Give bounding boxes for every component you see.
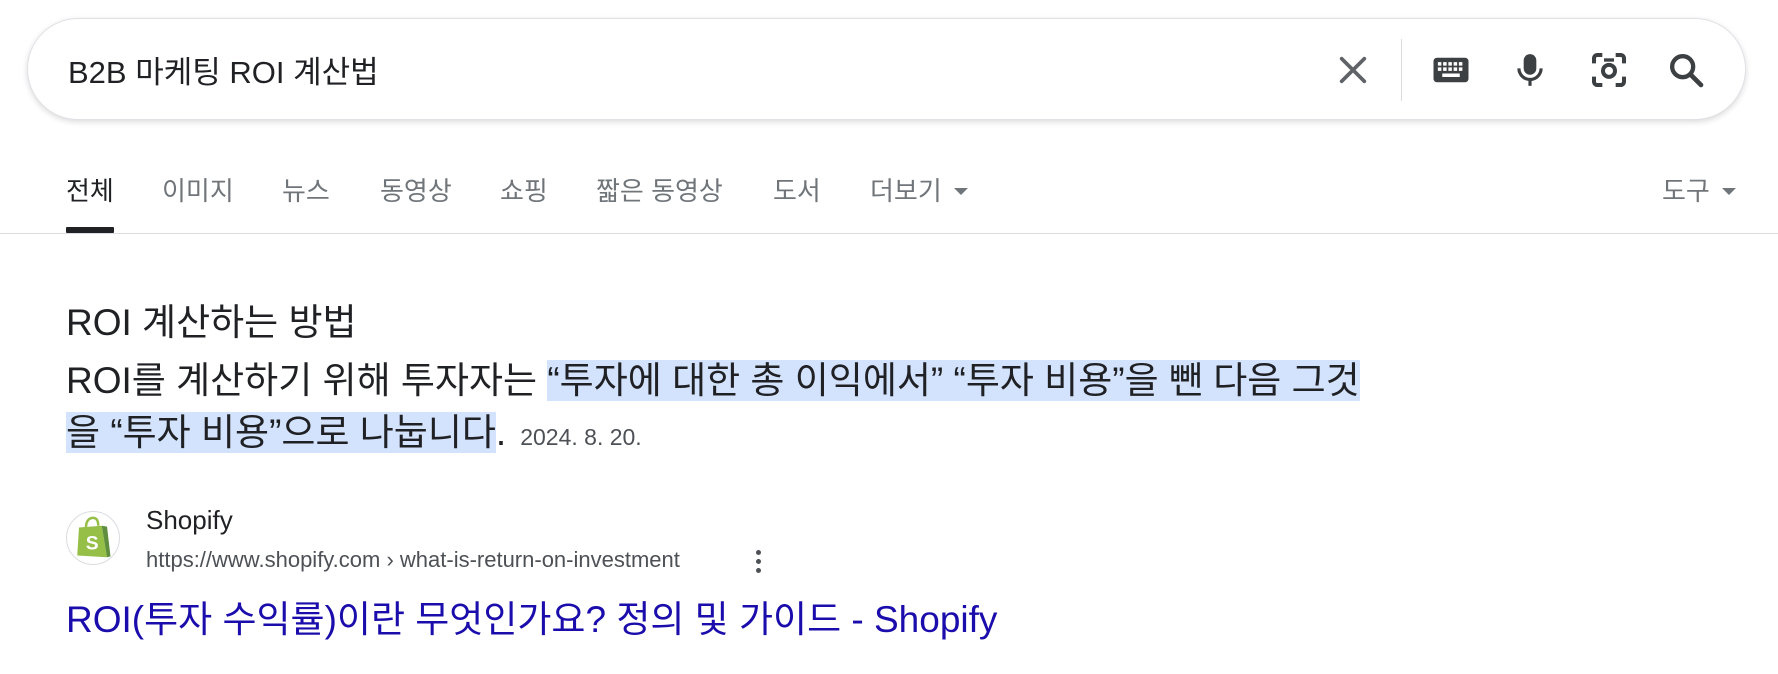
keyboard-icon[interactable] xyxy=(1427,46,1475,94)
search-bar xyxy=(27,18,1746,120)
snippet-date: 2024. 8. 20. xyxy=(520,424,642,450)
search-divider xyxy=(1401,39,1402,101)
tab-images[interactable]: 이미지 xyxy=(162,171,234,233)
search-input[interactable] xyxy=(68,43,1288,95)
result-title-link[interactable]: ROI(투자 수익률)이란 무엇인가요? 정의 및 가이드 - Shopify xyxy=(66,589,997,643)
tab-videos[interactable]: 동영상 xyxy=(380,171,452,233)
chevron-down-icon xyxy=(1721,187,1736,195)
tab-all[interactable]: 전체 xyxy=(66,171,114,233)
close-icon[interactable] xyxy=(1329,46,1377,94)
svg-text:S: S xyxy=(86,533,99,554)
tab-books[interactable]: 도서 xyxy=(773,171,821,233)
result-site-name[interactable]: Shopify xyxy=(146,505,233,536)
tools-button[interactable]: 도구 xyxy=(1662,171,1736,233)
search-tabs: 전체 이미지 뉴스 동영상 쇼핑 짧은 동영상 도서 더보기 도구 xyxy=(0,145,1778,234)
tab-news[interactable]: 뉴스 xyxy=(282,171,330,233)
microphone-icon[interactable] xyxy=(1506,46,1554,94)
lens-icon[interactable] xyxy=(1585,46,1633,94)
more-options-icon[interactable] xyxy=(746,546,770,576)
tab-more[interactable]: 더보기 xyxy=(870,171,968,233)
tab-short-videos[interactable]: 짧은 동영상 xyxy=(596,171,723,233)
snippet-text-after: . xyxy=(495,412,507,453)
chevron-down-icon xyxy=(953,187,968,195)
tools-label: 도구 xyxy=(1662,176,1710,206)
snippet-heading: ROI 계산하는 방법 xyxy=(66,302,357,343)
tab-more-label: 더보기 xyxy=(870,176,942,206)
tab-shopping[interactable]: 쇼핑 xyxy=(500,171,548,233)
result-url[interactable]: https://www.shopify.com › what-is-return… xyxy=(146,547,680,573)
shopify-bag-icon[interactable]: S xyxy=(66,511,120,565)
snippet-text-before: ROI를 계산하기 위해 투자자는 xyxy=(66,360,548,401)
snippet-text: ROI를 계산하기 위해 투자자는 “투자에 대한 총 이익에서” “투자 비용… xyxy=(66,355,1386,463)
search-icon[interactable] xyxy=(1662,46,1710,94)
